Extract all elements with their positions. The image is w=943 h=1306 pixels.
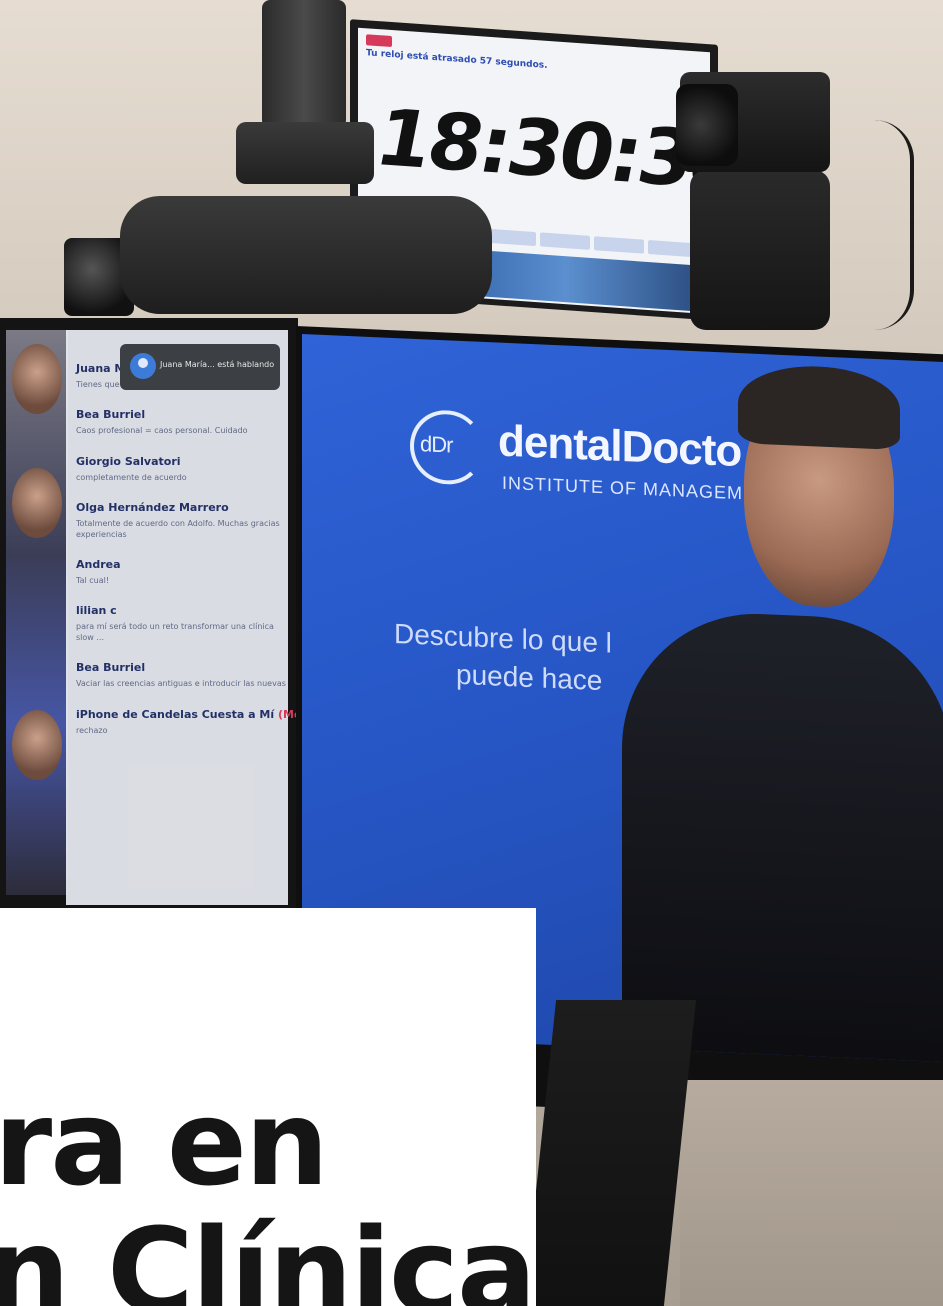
chat-author: Bea Burriel: [76, 661, 146, 675]
chat-text: Vaciar las creencias antiguas e introduc…: [76, 679, 286, 689]
slide-copy-line-2: puede hace: [456, 658, 603, 697]
chat-text: para mí será todo un reto transformar un…: [76, 622, 274, 642]
chat-author-name: iPhone de Candelas Cuesta a Mí: [76, 707, 275, 721]
chat-message: Bea Burriel Vaciar las creencias antigua…: [76, 661, 292, 689]
brand-name: dentalDocto: [498, 416, 742, 477]
presenter-body: [622, 607, 943, 1062]
chat-message-list: Juana M Tienes que estar a la como en cu…: [76, 362, 339, 754]
chat-message: Andrea Tal cual!: [76, 558, 292, 586]
chat-author: lilian c: [76, 604, 117, 618]
chat-text: completamente de acuerdo: [76, 472, 187, 482]
participant-video-column: [6, 330, 68, 895]
chat-message: Olga Hernández Marrero Totalmente de acu…: [76, 501, 292, 540]
conference-soundbar: [120, 196, 492, 314]
chat-text: rechazo: [76, 725, 108, 735]
chat-message: Bea Burriel Caos profesional = caos pers…: [76, 408, 292, 436]
speaking-toast-text: Juana María... está hablando: [160, 360, 275, 369]
slide-copy-line-1: Descubre lo que l: [394, 618, 612, 659]
ddr-logo-mark: dDr: [420, 431, 453, 458]
ptz-camera-base: [236, 122, 374, 184]
floor-area: [680, 1080, 943, 1306]
dslr-camera-lens: [676, 84, 738, 166]
participant-face: [12, 468, 62, 538]
chat-author: Andrea: [76, 557, 121, 571]
clock-badge: [366, 34, 392, 48]
photo-scene: Tu reloj está atrasado 57 segundos. 18:3…: [0, 0, 943, 1306]
participant-face: [12, 344, 62, 414]
brand-subtitle: INSTITUTE OF MANAGEM: [502, 472, 744, 504]
ptz-camera: [262, 0, 346, 128]
user-avatar-icon: [130, 353, 156, 379]
chat-message: iPhone de Candelas Cuesta a Mí (Mensaje)…: [76, 707, 339, 736]
headline-line-2: n Clínica: [0, 1202, 537, 1306]
chat-text: Caos profesional = caos personal. Cuidad…: [76, 426, 248, 436]
chat-author: iPhone de Candelas Cuesta a Mí (Mensaje): [76, 707, 339, 721]
chat-text: Tal cual!: [76, 575, 110, 585]
headline-line-1: ra en: [0, 1074, 329, 1212]
chat-author: Olga Hernández Marrero: [76, 501, 229, 515]
chat-author: Bea Burriel: [76, 408, 146, 422]
clock-time: 18:30:38: [378, 93, 710, 209]
participant-face: [12, 710, 62, 780]
clock-message: Tu reloj está atrasado 57 segundos.: [366, 48, 548, 71]
presenter-hair: [738, 363, 900, 451]
tripod-head: [690, 170, 830, 330]
chat-message: Giorgio Salvatori completamente de acuer…: [76, 455, 292, 483]
camera-cable: [850, 120, 914, 330]
chat-text: Totalmente de acuerdo con Adolfo. Muchas…: [76, 519, 280, 539]
chat-message: lilian c para mí será todo un reto trans…: [76, 604, 292, 643]
chat-author: Giorgio Salvatori: [76, 454, 181, 468]
